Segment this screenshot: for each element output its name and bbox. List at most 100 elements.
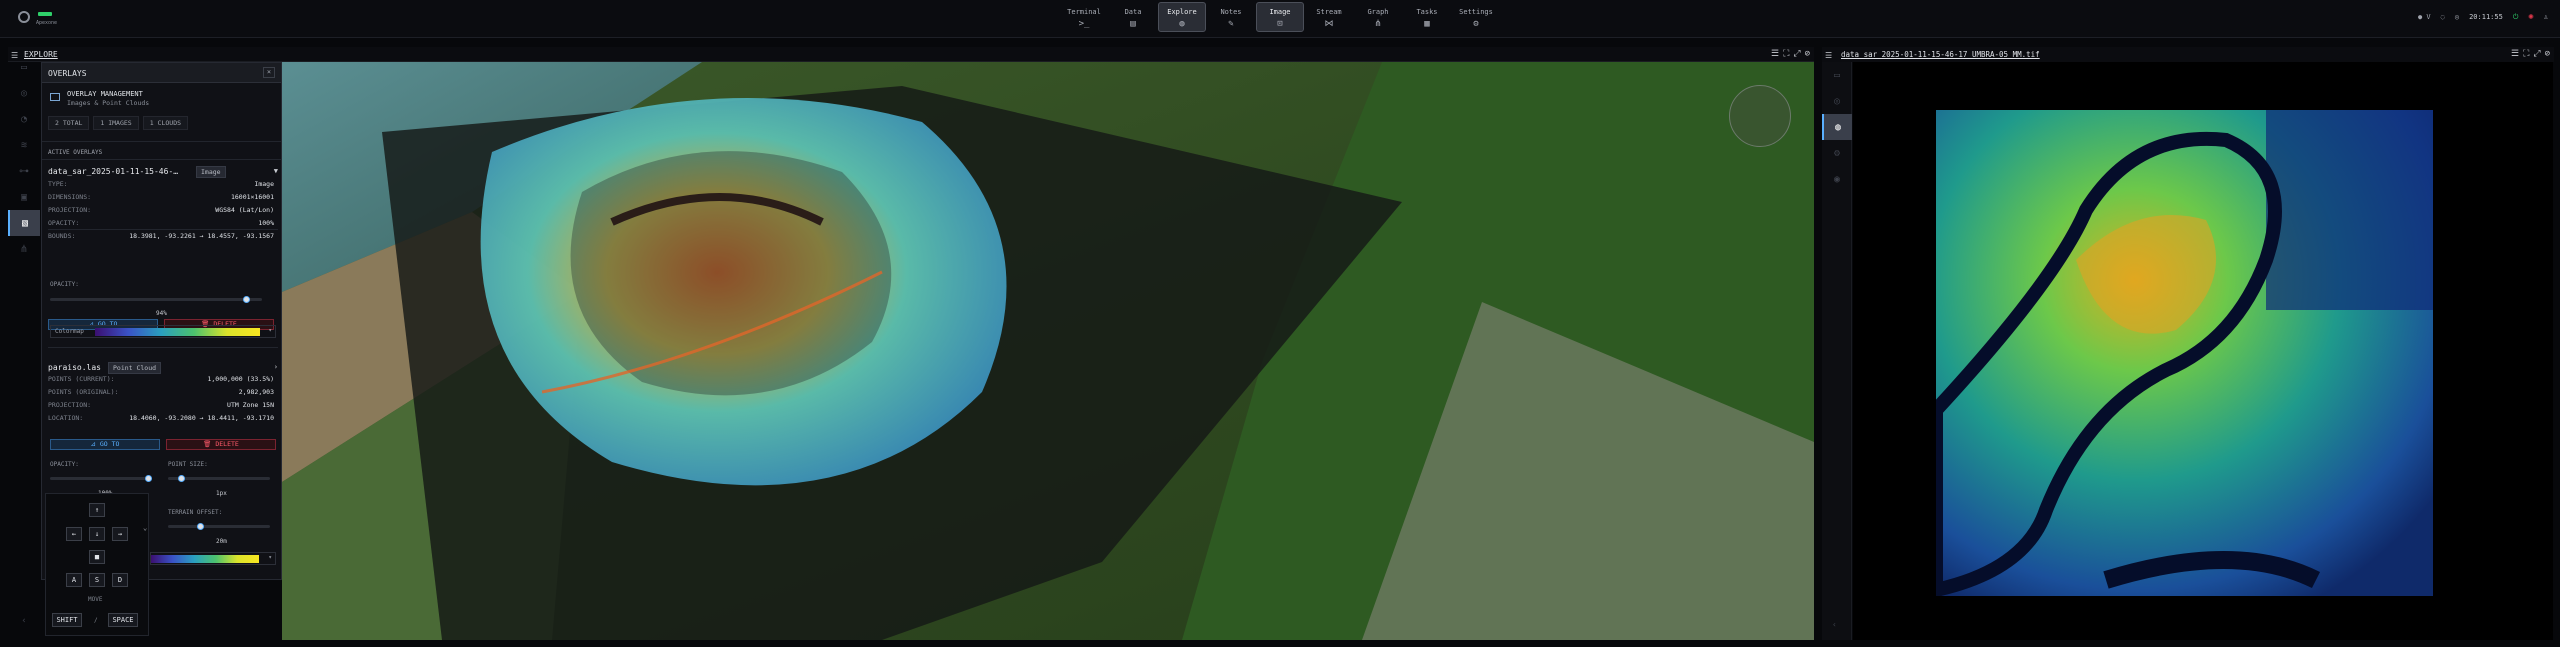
key-s[interactable]: S xyxy=(89,573,105,587)
kv-value: 1,000,000 (33.5%) xyxy=(207,375,274,383)
nav-tasks[interactable]: Tasks ▦ xyxy=(1403,2,1451,32)
sar-image-view[interactable] xyxy=(1853,62,2553,640)
go-to-button[interactable]: ⊿ GO TO xyxy=(50,439,160,450)
rail-cube-icon[interactable]: ▣ xyxy=(8,184,40,210)
explore-panel-header: ☰ EXPLORE ☰ ⛶ ⤢ ⊘ xyxy=(8,47,1814,62)
map-3d-view[interactable] xyxy=(282,62,1814,640)
fit-icon[interactable]: ⛶ xyxy=(2523,49,2529,59)
compass-icon[interactable] xyxy=(1729,85,1791,147)
nav-label: Stream xyxy=(1316,8,1342,16)
kv-row: POINTS (CURRENT): 1,000,000 (33.5%) xyxy=(48,375,274,385)
brand[interactable]: Apexone xyxy=(14,8,74,30)
menu-icon[interactable]: ☰ xyxy=(2511,49,2519,59)
nav-graph[interactable]: Graph ⋔ xyxy=(1354,2,1402,32)
kv-row: PROJECTION: WGS84 (Lat/Lon) xyxy=(48,206,274,216)
nav-stream[interactable]: Stream ⋈ xyxy=(1305,2,1353,32)
fit-icon[interactable]: ⛶ xyxy=(1783,49,1789,59)
key-a[interactable]: A xyxy=(66,573,82,587)
colormap-label: Colormap xyxy=(55,328,84,335)
kv-key: POINTS (ORIGINAL): xyxy=(48,388,119,396)
kv-value: Image xyxy=(254,180,274,188)
type-badge: Point Cloud xyxy=(108,362,162,374)
overlay-management: OVERLAY MANAGEMENT Images & Point Clouds xyxy=(50,89,276,117)
chevron-down-icon[interactable]: ▾ xyxy=(268,554,272,561)
rail-layers-icon[interactable]: ≋ xyxy=(8,132,40,158)
image-panel-rail: ▭ ◎ ◍ ⚙ ◉ xyxy=(1822,62,1852,640)
kv-row: PROJECTION: UTM Zone 15N xyxy=(48,401,274,411)
globe-icon[interactable]: ◍ xyxy=(1822,114,1852,140)
settings-icon[interactable]: ⚙ xyxy=(1822,140,1852,166)
opacity-slider-thumb[interactable] xyxy=(242,296,250,303)
status-indicator xyxy=(38,12,52,16)
active-overlays-label: ACTIVE OVERLAYS xyxy=(48,149,103,156)
expand-icon[interactable]: ⤢ xyxy=(1793,49,1800,59)
account-icon[interactable]: ♙ xyxy=(2544,13,2548,21)
image-file-title[interactable]: data_sar_2025-01-11-15-46-17_UMBRA-05_MM… xyxy=(1841,50,2040,59)
menu-icon[interactable]: ☰ xyxy=(1771,49,1779,59)
folder-icon[interactable]: ▭ xyxy=(1822,62,1852,88)
terminal-icon: >_ xyxy=(1078,19,1090,29)
overlay-name[interactable]: data_sar_2025-01-11-15-46-… xyxy=(48,167,178,176)
nav-data[interactable]: Data ▤ xyxy=(1109,2,1157,32)
opacity-slider-track[interactable] xyxy=(50,477,152,480)
nav-image[interactable]: Image ⊡ xyxy=(1256,2,1304,32)
colormap-select[interactable]: Colormap ▾ xyxy=(50,325,276,338)
nav-explore[interactable]: Explore ◍ xyxy=(1158,2,1206,32)
rail-link-icon[interactable]: ⊶ xyxy=(8,158,40,184)
rail-share-icon[interactable]: ⋔ xyxy=(8,236,40,262)
target-icon[interactable]: ◎ xyxy=(1822,88,1852,114)
notification-icon[interactable]: ◌ xyxy=(2441,13,2445,21)
nav-label: Explore xyxy=(1167,8,1197,16)
terrain-offset-slider-track[interactable] xyxy=(168,525,270,528)
divider xyxy=(48,347,278,348)
point-size-slider-thumb[interactable] xyxy=(177,475,185,482)
key-right[interactable]: → xyxy=(112,527,128,541)
rail-image-icon[interactable]: ▧ xyxy=(8,210,40,236)
delete-button[interactable]: 🗑 DELETE xyxy=(166,439,276,450)
pencil-icon: ✎ xyxy=(1228,19,1234,29)
rail-target-icon[interactable]: ◎ xyxy=(8,80,40,106)
nav-settings[interactable]: Settings ⚙ xyxy=(1452,2,1500,32)
menu-icon[interactable]: ☰ xyxy=(1825,51,1832,60)
kv-key: PROJECTION: xyxy=(48,401,92,409)
mic-indicator[interactable]: ● V xyxy=(2418,13,2431,21)
close-button[interactable]: × xyxy=(263,67,275,78)
key-space[interactable]: SPACE xyxy=(108,613,138,627)
clock: 20:11:55 xyxy=(2469,13,2503,21)
kv-row: TYPE: Image xyxy=(48,180,274,190)
collapse-icon[interactable]: ‹ xyxy=(1832,620,1837,629)
collapse-icon[interactable]: › xyxy=(274,363,278,371)
opacity-slider-thumb[interactable] xyxy=(145,475,152,482)
kv-value: 16001×16001 xyxy=(230,193,274,201)
rail-folder-icon[interactable]: ▭ xyxy=(8,54,40,80)
move-label: MOVE xyxy=(88,596,103,603)
terrain-offset-slider-thumb[interactable] xyxy=(196,523,204,530)
opacity-slider-track[interactable] xyxy=(50,298,262,301)
hide-icon[interactable]: ⊘ xyxy=(2545,49,2550,59)
collapse-icon[interactable]: ▼ xyxy=(274,167,278,175)
network-icon[interactable]: ◎ xyxy=(2455,13,2459,21)
key-down[interactable]: ↓ xyxy=(89,527,105,541)
key-shift[interactable]: SHIFT xyxy=(52,613,82,627)
brand-logo-icon xyxy=(18,11,30,23)
nav-terminal[interactable]: Terminal >_ xyxy=(1060,2,1108,32)
rail-history-icon[interactable]: ◔ xyxy=(8,106,40,132)
alert-icon[interactable]: ✺ xyxy=(2528,12,2533,22)
colormap-select[interactable]: ▾ xyxy=(150,552,276,565)
chevron-down-icon[interactable]: ▾ xyxy=(268,327,272,334)
overlay-name[interactable]: paraiso.las xyxy=(48,363,101,372)
opacity-label: OPACITY: xyxy=(50,281,79,288)
overlays-title: OVERLAYS xyxy=(48,69,87,78)
expand-icon[interactable]: ⤢ xyxy=(2533,49,2540,59)
collapse-icon[interactable]: ‹ xyxy=(8,616,40,626)
key-left[interactable]: ← xyxy=(66,527,82,541)
key-d[interactable]: D xyxy=(112,573,128,587)
info-icon[interactable]: ◉ xyxy=(1822,166,1852,192)
hide-icon[interactable]: ⊘ xyxy=(1805,49,1810,59)
type-badge: Image xyxy=(196,166,226,178)
nav-notes[interactable]: Notes ✎ xyxy=(1207,2,1255,32)
power-icon[interactable]: ⏻ xyxy=(2513,13,2519,22)
key-stop[interactable]: ■ xyxy=(89,550,105,564)
key-up[interactable]: ↑ xyxy=(89,503,105,517)
chevron-down-icon[interactable]: ⌄ xyxy=(143,524,147,532)
